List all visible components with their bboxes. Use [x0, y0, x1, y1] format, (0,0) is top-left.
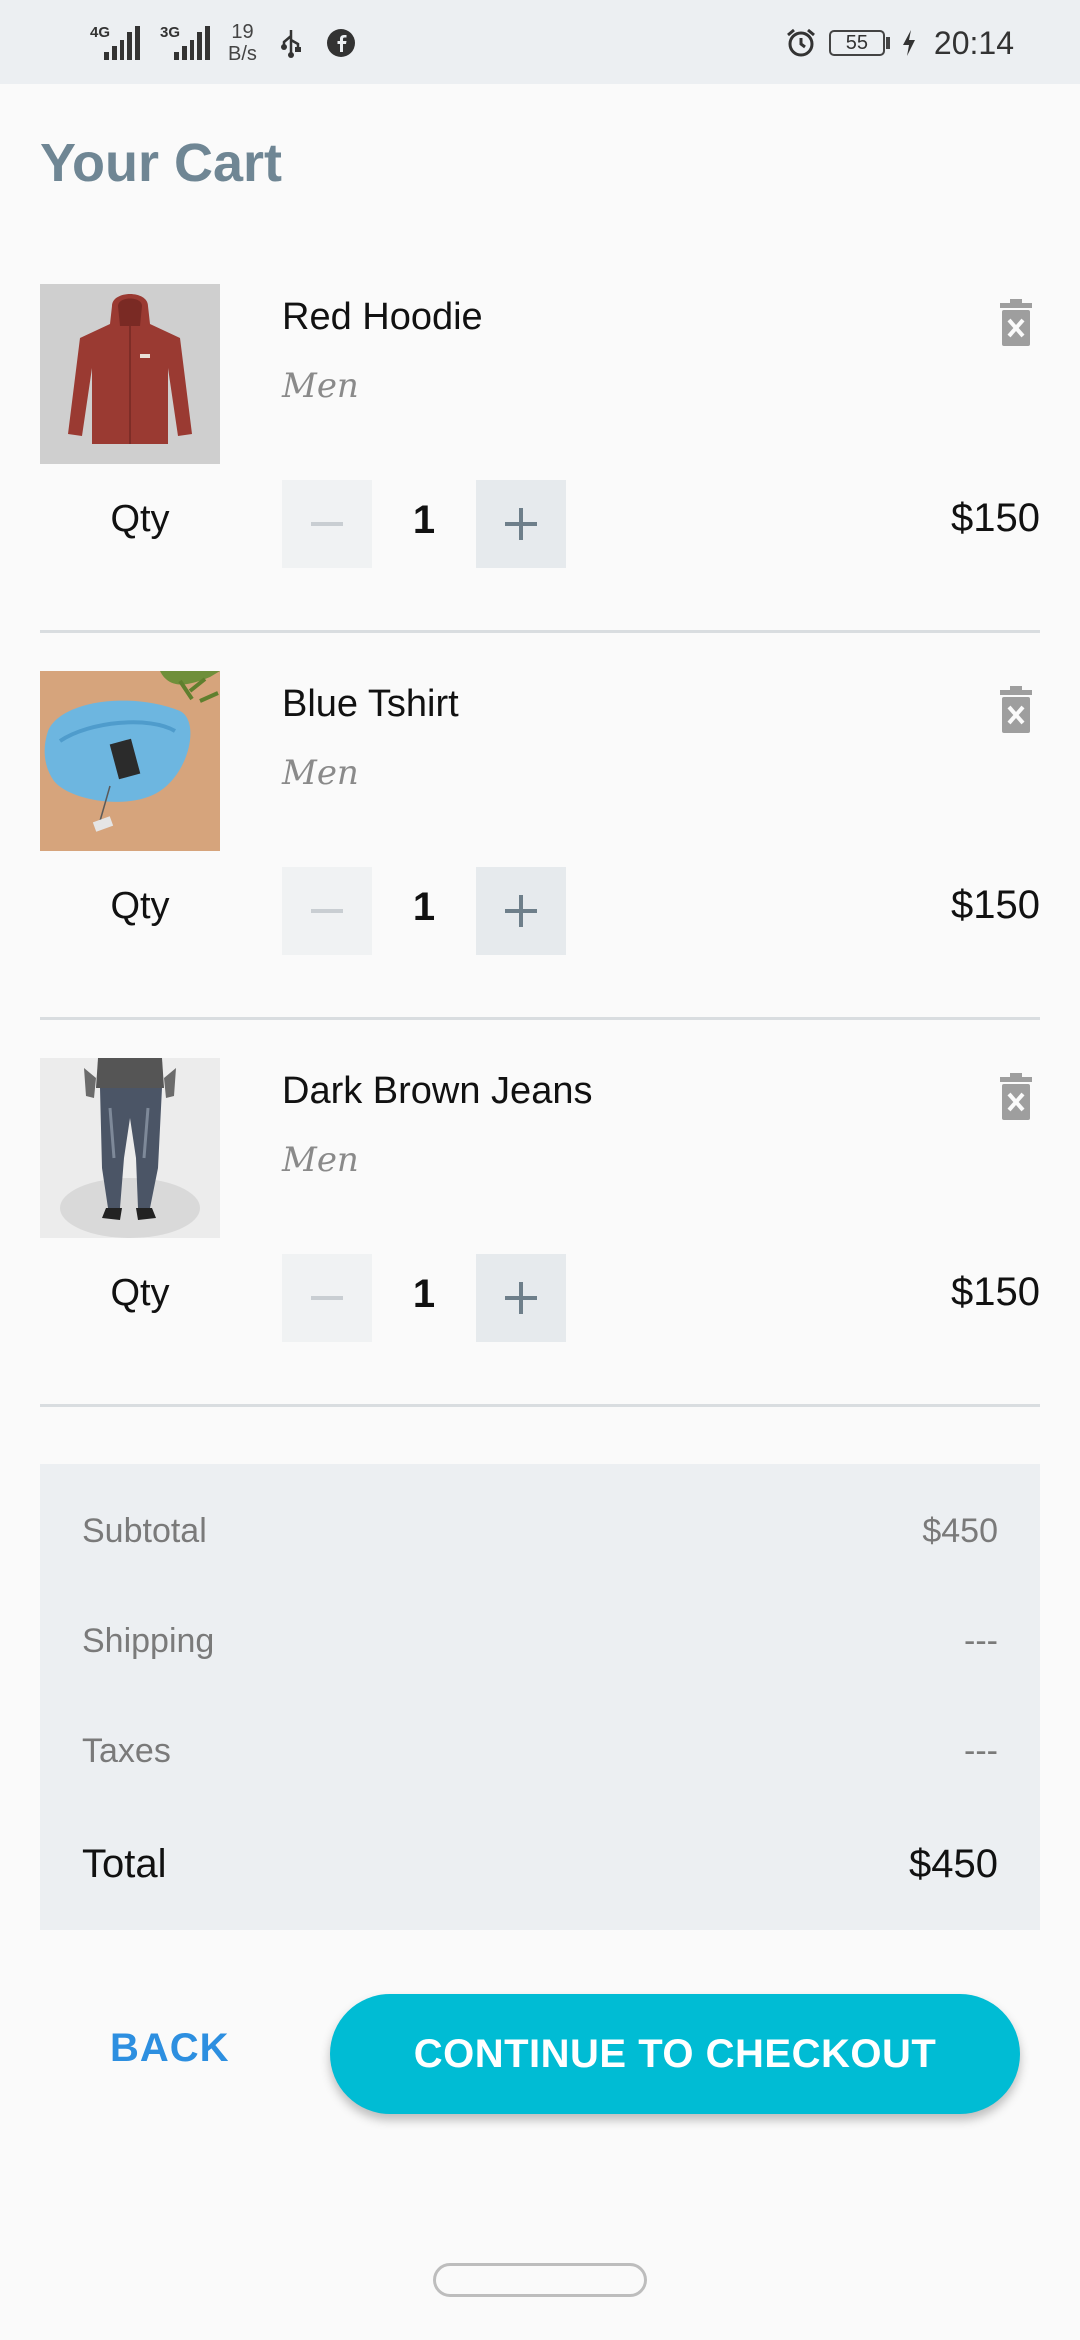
- divider: [40, 630, 1040, 633]
- qty-label: Qty: [110, 885, 170, 927]
- product-image-blue-tshirt[interactable]: [40, 671, 220, 851]
- minus-icon: [311, 909, 343, 913]
- product-category: Men: [282, 1140, 359, 1180]
- signal-icon: 3G: [158, 24, 210, 60]
- shipping-value: ---: [964, 1622, 998, 1660]
- item-price: $150: [951, 883, 1040, 927]
- home-indicator[interactable]: [433, 2263, 647, 2297]
- charging-icon: [902, 27, 916, 59]
- minus-icon: [311, 1296, 343, 1300]
- usb-icon: [275, 27, 307, 59]
- status-bar: 4G 3G 19 B/s 55 20:14: [0, 0, 1080, 84]
- back-button[interactable]: BACK: [110, 2026, 230, 2071]
- cart-item: Red Hoodie Men Qty 1 $150: [40, 284, 1040, 634]
- status-left: 4G 3G 19 B/s: [88, 18, 357, 68]
- decrease-quantity-button[interactable]: [282, 1254, 372, 1342]
- page-title: Your Cart: [40, 133, 283, 193]
- shipping-label: Shipping: [82, 1622, 215, 1660]
- increase-quantity-button[interactable]: [476, 1254, 566, 1342]
- taxes-value: ---: [964, 1732, 998, 1770]
- continue-to-checkout-button[interactable]: CONTINUE TO CHECKOUT: [330, 1994, 1020, 2114]
- network-type-2: 3G: [160, 24, 181, 41]
- product-image-jeans[interactable]: [40, 1058, 220, 1238]
- qty-label: Qty: [110, 498, 170, 540]
- quantity-value: 1: [412, 498, 436, 542]
- product-category: Men: [282, 753, 359, 793]
- subtotal-value: $450: [922, 1512, 998, 1550]
- trash-icon[interactable]: [996, 1072, 1036, 1122]
- decrease-quantity-button[interactable]: [282, 480, 372, 568]
- status-right: 55 20:14: [785, 18, 1014, 68]
- cart-item: Blue Tshirt Men Qty 1 $150: [40, 671, 1040, 1021]
- battery-icon: 55: [828, 30, 890, 56]
- plus-icon: [505, 1282, 537, 1314]
- taxes-label: Taxes: [82, 1732, 171, 1770]
- trash-icon[interactable]: [996, 298, 1036, 348]
- clock: 20:14: [933, 24, 1014, 61]
- facebook-icon: [325, 27, 357, 59]
- signal-icon: 4G: [88, 24, 140, 60]
- product-category: Men: [282, 366, 359, 406]
- minus-icon: [311, 522, 343, 526]
- network-type-1: 4G: [90, 24, 111, 41]
- plus-icon: [505, 508, 537, 540]
- qty-label: Qty: [110, 1272, 170, 1314]
- cart-item: Dark Brown Jeans Men Qty 1 $150: [40, 1058, 1040, 1408]
- product-image-red-hoodie[interactable]: [40, 284, 220, 464]
- item-price: $150: [951, 496, 1040, 540]
- plus-icon: [505, 895, 537, 927]
- divider: [40, 1017, 1040, 1020]
- net-speed-value: 19: [231, 21, 254, 43]
- decrease-quantity-button[interactable]: [282, 867, 372, 955]
- quantity-value: 1: [412, 885, 436, 929]
- product-name: Blue Tshirt: [282, 683, 459, 725]
- product-name: Red Hoodie: [282, 296, 483, 338]
- increase-quantity-button[interactable]: [476, 480, 566, 568]
- product-name: Dark Brown Jeans: [282, 1070, 593, 1112]
- net-speed-unit: B/s: [228, 43, 257, 65]
- battery-level: 55: [828, 30, 885, 56]
- divider: [40, 1404, 1040, 1407]
- total-label: Total: [82, 1842, 167, 1886]
- item-price: $150: [951, 1270, 1040, 1314]
- net-speed: 19 B/s: [228, 21, 257, 65]
- total-value: $450: [909, 1842, 998, 1886]
- subtotal-label: Subtotal: [82, 1512, 207, 1550]
- trash-icon[interactable]: [996, 685, 1036, 735]
- increase-quantity-button[interactable]: [476, 867, 566, 955]
- order-summary: Subtotal $450 Shipping --- Taxes --- Tot…: [40, 1464, 1040, 1930]
- quantity-value: 1: [412, 1272, 436, 1316]
- alarm-icon: [785, 27, 817, 59]
